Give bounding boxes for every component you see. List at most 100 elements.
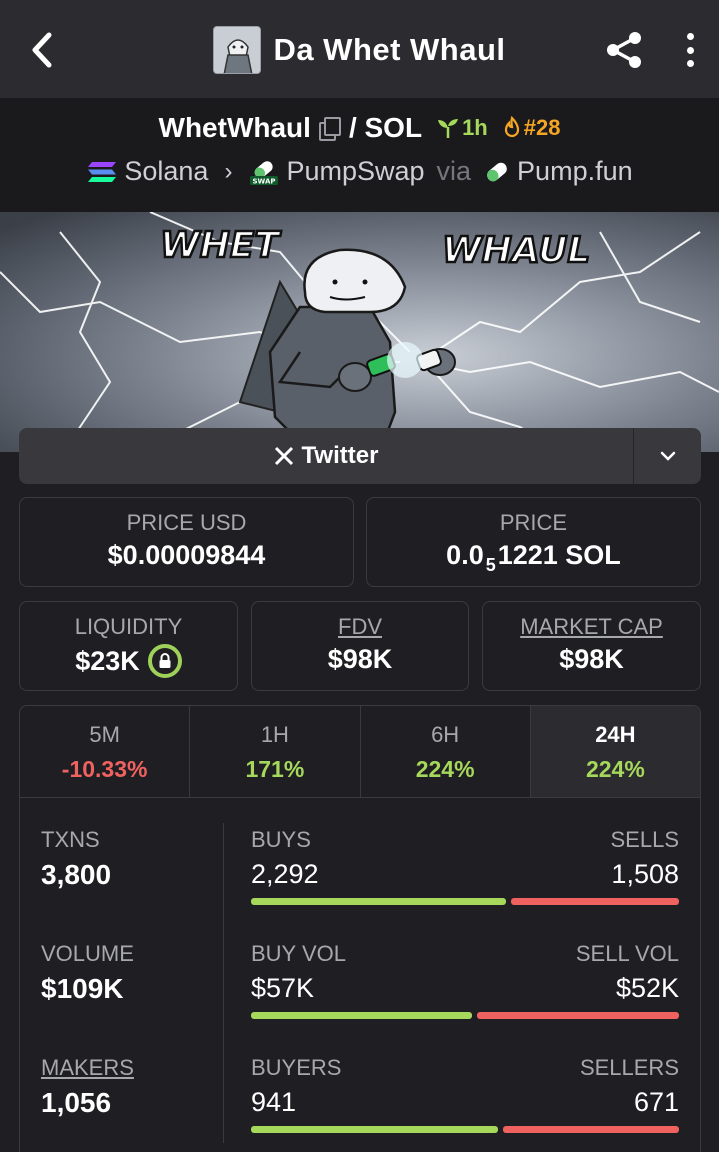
price-native-zero-count: 5 [485, 555, 496, 575]
tab-1h[interactable]: 1H 171% [190, 706, 361, 797]
sells-label: SELLS [610, 827, 680, 852]
via-label: via [436, 156, 472, 186]
dot-icon [686, 60, 694, 67]
share-button[interactable] [604, 30, 644, 70]
solana-icon [88, 161, 117, 182]
flame-icon [504, 116, 519, 138]
liquidity-label: LIQUIDITY [74, 614, 183, 639]
liquidity-card: LIQUIDITY $23K [19, 601, 238, 691]
top-bar: Da Whet Whaul [0, 0, 719, 98]
price-usd-card: PRICE USD $0.00009844 [19, 497, 354, 587]
banner-word-1: WHET [160, 225, 281, 266]
volume-label: VOLUME [41, 941, 134, 966]
tab-label: 5M [89, 722, 120, 747]
volume-ratio-bar [251, 1012, 679, 1019]
pumpfun-icon [487, 162, 507, 181]
tab-6h[interactable]: 6H 224% [361, 706, 531, 797]
share-icon [607, 32, 641, 68]
buy-bar [251, 1126, 499, 1133]
dex-link[interactable]: PumpSwap [286, 156, 424, 187]
tab-label: 6H [431, 722, 460, 747]
liquidity-lock-button[interactable] [147, 644, 182, 678]
more-options-button[interactable] [680, 30, 700, 70]
buyers-value: 941 [251, 1087, 297, 1117]
trending-rank[interactable]: #28 [502, 115, 561, 141]
sellers-value: 671 [633, 1087, 679, 1117]
svg-text:SWAP: SWAP [253, 177, 276, 185]
banner-word-2: WHAUL [442, 230, 590, 271]
tab-label: 1H [260, 722, 289, 747]
volume-value: $109K [41, 973, 124, 1004]
tab-change: -10.33% [61, 756, 148, 782]
txns-total: TXNS 3,800 [41, 827, 111, 891]
trade-metrics: TXNS 3,800 BUYS SELLS 2,292 1,508 VOLUME $… [20, 799, 700, 1152]
market-cap-card[interactable]: MARKET CAP $98K [482, 601, 701, 691]
buyers-label: BUYERS [251, 1055, 342, 1080]
sell-bar [477, 1012, 679, 1019]
txns-value: 3,800 [41, 859, 112, 890]
price-native-value: 0.0 5 1221 SOL [367, 540, 700, 575]
lock-icon [159, 653, 171, 668]
pumpswap-icon: SWAP [250, 160, 279, 185]
quote-token-symbol: / SOL [348, 112, 423, 143]
makers-value: 1,056 [41, 1087, 112, 1118]
sell-vol-value: $52K [615, 973, 679, 1003]
fdv-card[interactable]: FDV $98K [251, 601, 469, 691]
tab-5m[interactable]: 5M -10.33% [20, 706, 191, 797]
chain-link[interactable]: Solana [124, 156, 208, 187]
tab-24h[interactable]: 24H 224% [530, 706, 700, 797]
copy-icon[interactable] [317, 117, 341, 141]
makers-label[interactable]: MAKERS [41, 1055, 134, 1081]
fdv-value: $98K [327, 644, 393, 674]
chevron-right-icon: › [224, 157, 233, 185]
twitter-link-bar: Twitter [19, 428, 701, 484]
sells-value: 1,508 [611, 859, 679, 889]
dot-icon [686, 46, 694, 54]
divider [223, 823, 224, 1143]
tab-change: 224% [585, 756, 645, 782]
page-title: Da Whet Whaul [273, 32, 506, 67]
timeframe-tabs: 5M -10.33% 1H 171% 6H 224% 24H 224% [20, 706, 700, 798]
token-banner: WHET WHAUL [0, 212, 719, 452]
makers-total: MAKERS 1,056 [41, 1055, 134, 1119]
txns-label: TXNS [41, 827, 100, 852]
sellers-label: SELLERS [579, 1055, 679, 1080]
x-logo-icon [274, 446, 293, 466]
launchpad-link[interactable]: Pump.fun [517, 156, 633, 187]
price-native-card: PRICE 0.0 5 1221 SOL [366, 497, 701, 587]
base-token-symbol: WhetWhaul [158, 112, 311, 143]
pair-age: 1h [436, 115, 488, 141]
twitter-label: Twitter [301, 442, 379, 469]
txns-ratio-bar [251, 898, 679, 905]
liquidity-value: $23K [75, 645, 140, 676]
chevron-down-icon [660, 451, 675, 461]
price-native-digits: 1221 SOL [497, 540, 621, 570]
market-cap-label[interactable]: MARKET CAP [483, 614, 700, 640]
tab-change: 224% [415, 756, 475, 782]
socials-dropdown-button[interactable] [633, 428, 701, 484]
fdv-label[interactable]: FDV [252, 614, 468, 640]
twitter-button[interactable]: Twitter [19, 428, 633, 484]
price-native-label: PRICE [499, 510, 568, 535]
makers-ratio-bar [251, 1126, 679, 1133]
sell-vol-label: SELL VOL [575, 941, 679, 966]
volume-total: VOLUME $109K [41, 941, 134, 1005]
seedling-icon [438, 119, 459, 138]
price-usd-value: $0.00009844 [107, 540, 266, 570]
makers-breakdown: BUYERS SELLERS 941 671 [251, 1055, 679, 1133]
volume-breakdown: BUY VOL SELL VOL $57K $52K [251, 941, 679, 1019]
market-cap-value: $98K [559, 644, 624, 674]
buy-vol-value: $57K [251, 973, 315, 1003]
buy-bar [251, 1012, 473, 1019]
txns-breakdown: BUYS SELLS 2,292 1,508 [251, 827, 679, 905]
price-usd-label: PRICE USD [126, 510, 247, 535]
stats-panel: 5M -10.33% 1H 171% 6H 224% 24H 224% TXNS… [19, 705, 701, 1152]
price-native-prefix: 0.0 [446, 540, 484, 570]
pair-info: WhetWhaul / SOL 1h #28 Solana › SWAP Pum… [0, 98, 719, 212]
buy-vol-label: BUY VOL [251, 941, 346, 966]
token-avatar [213, 26, 262, 74]
sell-bar [503, 1126, 679, 1133]
buys-value: 2,292 [251, 859, 319, 889]
trending-rank-value: #28 [523, 115, 561, 140]
pair-age-value: 1h [462, 115, 488, 140]
